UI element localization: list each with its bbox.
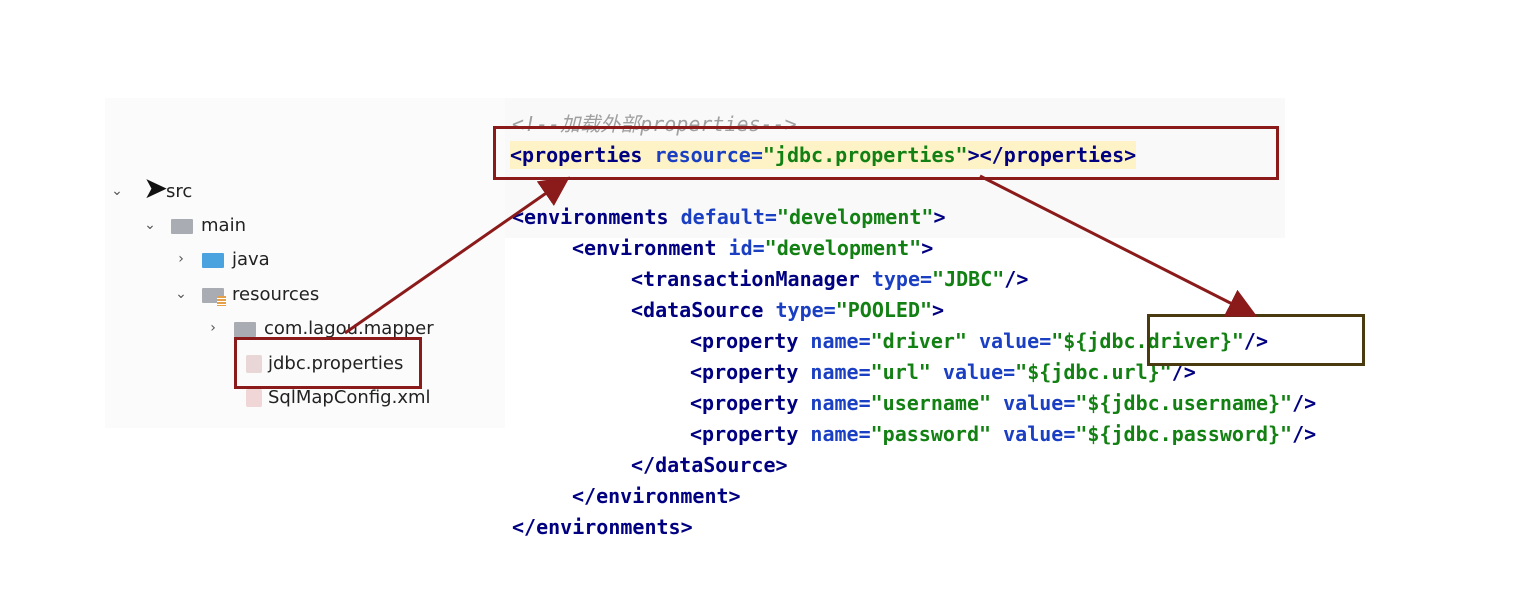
arrow-to-properties	[344, 176, 570, 335]
arrow-to-driver-value	[979, 174, 1258, 317]
annotation-arrows	[344, 174, 1258, 335]
